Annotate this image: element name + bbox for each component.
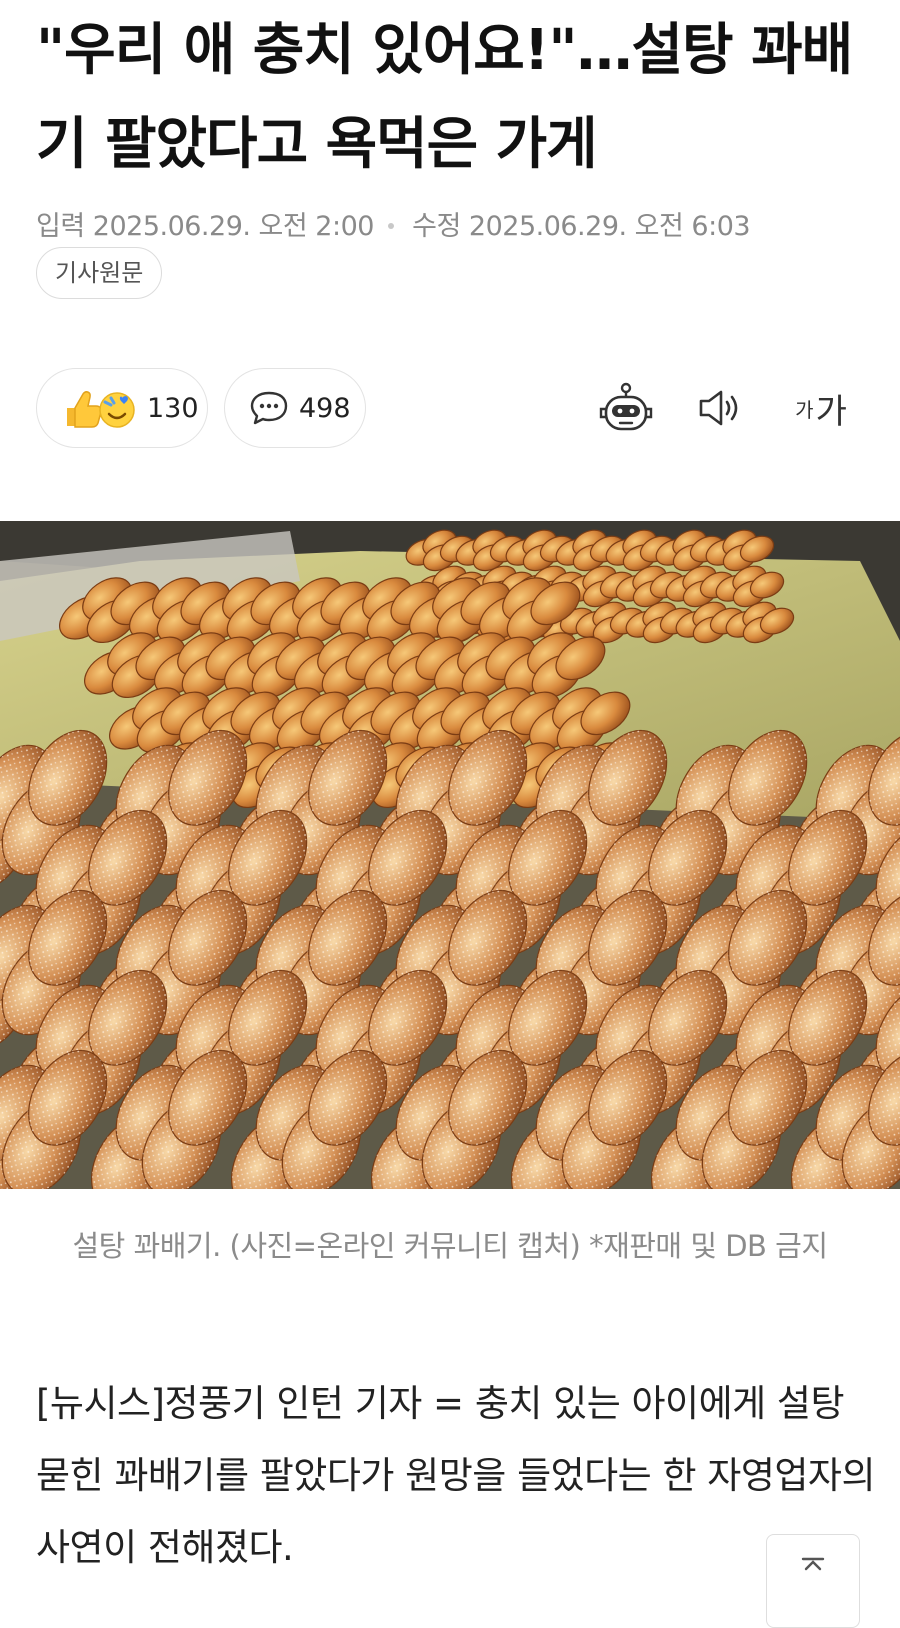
article-timestamps: 입력 2025.06.29. 오전 2:00 수정 2025.06.29. 오전… <box>36 204 751 243</box>
twisted-doughnuts-image <box>0 521 900 1189</box>
meta-separator <box>388 222 395 229</box>
font-small-glyph: 가 <box>795 397 814 422</box>
scroll-top-button[interactable] <box>766 1534 860 1628</box>
article-photo <box>0 521 900 1189</box>
modified-time: 2025.06.29. 오전 6:03 <box>468 211 751 242</box>
comment-count: 498 <box>299 392 351 424</box>
speaker-icon <box>699 390 738 426</box>
summary-bot-button[interactable] <box>596 378 656 438</box>
comment-button[interactable]: 498 <box>224 368 366 448</box>
input-label: 입력 <box>36 211 85 242</box>
original-article-button[interactable]: 기사원문 <box>36 247 163 299</box>
input-time: 2025.06.29. 오전 2:00 <box>92 211 375 242</box>
robot-icon <box>599 382 653 431</box>
font-size-button[interactable]: 가가 <box>786 378 856 438</box>
photo-caption: 설탕 꽈배기. (사진=온라인 커뮤니티 캡처) *재판매 및 DB 금지 <box>72 1229 828 1263</box>
reaction-count: 130 <box>147 392 199 424</box>
thumbs-up-emoji-icon <box>67 391 135 428</box>
scroll-top-icon <box>801 1557 825 1571</box>
text-to-speech-button[interactable] <box>690 378 750 438</box>
article-body: [뉴시스]정풍기 인턴 기자 = 충치 있는 아이에게 설탕 묻힌 꽈배기를 팔… <box>36 1382 876 1569</box>
modified-label: 수정 <box>412 211 461 242</box>
article-title: "우리 애 충치 있어요!"…설탕 꽈배기 팔았다고 욕먹은 가게 <box>36 18 853 177</box>
speech-bubble-icon <box>250 391 288 425</box>
font-large-glyph: 가 <box>815 391 847 432</box>
reaction-button[interactable]: 130 <box>36 368 208 448</box>
